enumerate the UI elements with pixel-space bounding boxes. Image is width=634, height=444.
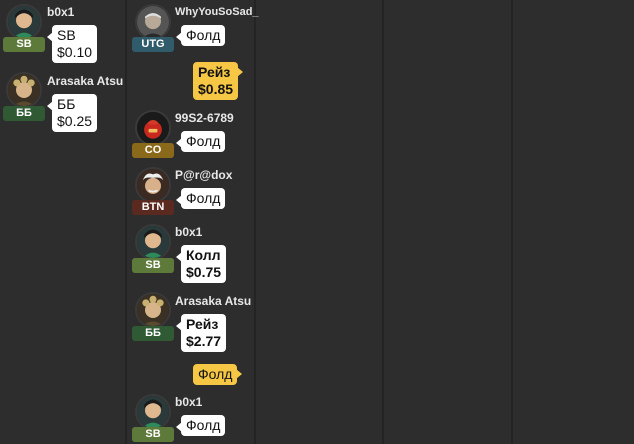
player-name: Arasaka Atsu — [47, 74, 124, 88]
position-badge: CO — [132, 143, 174, 158]
action-bubble: Фолд — [175, 25, 226, 46]
hero-action-bubble: Фолд — [193, 364, 243, 385]
player-name: b0x1 — [175, 395, 203, 409]
einstein-icon — [135, 167, 171, 203]
action-column-preflop: UTG WhyYouSoSad_ Фолд Рейз $0.85 CO 99S2… — [127, 0, 259, 444]
action-column-river — [513, 0, 634, 444]
action-bubble: Колл $0.75 — [175, 245, 227, 283]
position-badge: UTG — [132, 37, 174, 52]
action-bubble: Фолд — [175, 415, 226, 436]
woman-green-icon — [135, 394, 171, 430]
old-man-icon — [135, 4, 171, 40]
action-column-turn — [384, 0, 511, 444]
woman-green-icon — [6, 4, 42, 40]
red-bag-icon — [135, 110, 171, 146]
position-badge: SB — [132, 258, 174, 273]
samurai-icon — [135, 292, 171, 328]
player-name: WhyYouSoSad_ — [175, 6, 259, 18]
samurai-icon — [6, 72, 42, 108]
action-bubble: Фолд — [175, 188, 226, 209]
action-bubble: SB $0.10 — [46, 25, 98, 63]
woman-green-icon — [135, 224, 171, 260]
action-bubble: ББ $0.25 — [46, 94, 98, 132]
hero-action-bubble: Рейз $0.85 — [193, 62, 244, 100]
player-name: P@r@dox — [175, 168, 233, 182]
position-badge: SB — [132, 427, 174, 442]
player-name: b0x1 — [175, 225, 203, 239]
action-bubble: Фолд — [175, 131, 226, 152]
action-column-flop — [256, 0, 382, 444]
position-badge: BTN — [132, 200, 174, 215]
position-badge: SB — [3, 37, 45, 52]
player-name: 99S2-6789 — [175, 111, 234, 125]
player-name: Arasaka Atsu — [175, 294, 252, 308]
action-column-preflop-blinds: SB b0x1 SB $0.10 ББ Arasaka Atsu ББ $0.2… — [0, 0, 125, 444]
position-badge: ББ — [132, 326, 174, 341]
position-badge: ББ — [3, 106, 45, 121]
action-bubble: Рейз $2.77 — [175, 314, 227, 352]
player-name: b0x1 — [47, 5, 75, 19]
